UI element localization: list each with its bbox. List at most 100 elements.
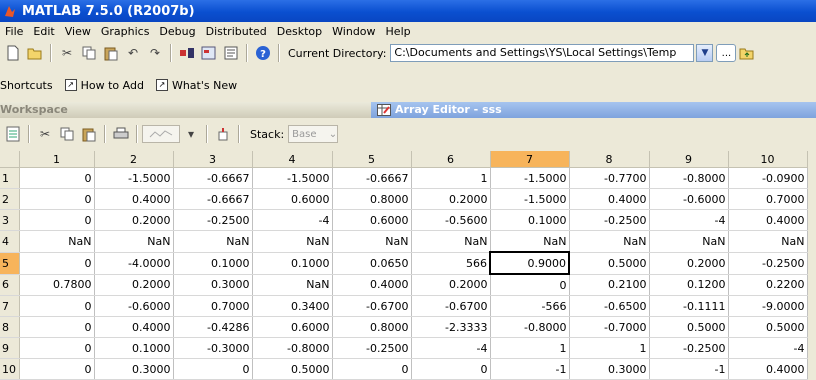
row-header[interactable]: 4 [0, 230, 20, 253]
grid-cell[interactable]: 0.1000 [173, 252, 253, 275]
menu-graphics[interactable]: Graphics [96, 25, 155, 38]
grid-cell[interactable]: -9.0000 [728, 295, 808, 317]
row-header[interactable]: 3 [0, 209, 20, 231]
row-header[interactable]: 7 [0, 295, 20, 317]
copy-icon[interactable] [58, 125, 76, 143]
grid-cell[interactable]: 0.1000 [252, 252, 333, 275]
grid-cell[interactable]: 0.4000 [94, 188, 174, 210]
grid-cell[interactable]: 0.6000 [252, 316, 333, 338]
grid-cell[interactable]: 0.1000 [490, 209, 570, 231]
grid-cell[interactable]: 0.5000 [569, 252, 650, 275]
grid-cell[interactable]: 0.8000 [332, 188, 412, 210]
row-header[interactable]: 6 [0, 274, 20, 296]
row-header[interactable]: 8 [0, 316, 20, 338]
grid-cell[interactable]: 0.3400 [252, 295, 333, 317]
grid-cell[interactable]: -0.6700 [411, 295, 491, 317]
grid-cell[interactable]: -0.5600 [411, 209, 491, 231]
grid-cell[interactable]: NaN [411, 230, 491, 253]
grid-cell[interactable]: NaN [173, 230, 253, 253]
grid-cell[interactable]: 0.5000 [728, 316, 808, 338]
grid-cell[interactable]: 0.3000 [94, 358, 174, 380]
menu-edit[interactable]: Edit [28, 25, 59, 38]
grid-cell[interactable]: 0 [173, 358, 253, 380]
grid-cell[interactable]: -1 [649, 358, 729, 380]
grid-cell[interactable]: 0 [411, 358, 491, 380]
grid-cell[interactable]: 0 [19, 167, 95, 189]
column-header[interactable]: 2 [94, 151, 174, 168]
redo-icon[interactable]: ↷ [146, 44, 164, 62]
grid-cell[interactable]: -1.5000 [252, 167, 333, 189]
grid-cell[interactable]: 0 [490, 274, 570, 296]
grid-cell[interactable]: -0.0900 [728, 167, 808, 189]
grid-cell[interactable]: -0.8000 [490, 316, 570, 338]
workspace-panel-title[interactable]: Workspace [0, 102, 371, 118]
row-header[interactable]: 2 [0, 188, 20, 210]
grid-cell[interactable]: 0.7000 [728, 188, 808, 210]
grid-cell[interactable]: 0 [19, 252, 95, 275]
shortcut-whats-new[interactable]: ↗ What's New [155, 79, 237, 92]
column-header[interactable]: 5 [332, 151, 412, 168]
grid-cell[interactable]: -4 [649, 209, 729, 231]
column-header[interactable]: 1 [19, 151, 95, 168]
grid-cell[interactable]: -0.6000 [94, 295, 174, 317]
guide-icon[interactable] [200, 44, 218, 62]
row-header[interactable]: 1 [0, 167, 20, 189]
grid-cell[interactable]: 0.3000 [173, 274, 253, 296]
profiler-icon[interactable] [222, 44, 240, 62]
shortcut-how-to-add[interactable]: ↗ How to Add [64, 79, 144, 92]
row-header[interactable]: 5 [0, 252, 20, 275]
new-variable-icon[interactable] [214, 125, 232, 143]
grid-cell[interactable]: -0.3000 [173, 337, 253, 359]
row-header[interactable]: 9 [0, 337, 20, 359]
grid-cell[interactable]: 0 [19, 295, 95, 317]
grid-cell[interactable]: 0.0650 [332, 252, 412, 275]
grid-cell[interactable]: -0.6000 [649, 188, 729, 210]
grid-cell[interactable]: 0 [19, 316, 95, 338]
row-header[interactable]: 10 [0, 358, 20, 380]
grid-cell[interactable]: -0.2500 [569, 209, 650, 231]
chevron-down-icon[interactable]: ▼ [696, 44, 714, 62]
menu-window[interactable]: Window [327, 25, 380, 38]
array-editor-panel-title[interactable]: Array Editor - sss [371, 102, 816, 118]
grid-cell[interactable]: NaN [728, 230, 808, 253]
grid-cell[interactable]: 0.2000 [94, 209, 174, 231]
column-header[interactable]: 8 [569, 151, 650, 168]
grid-cell[interactable]: NaN [569, 230, 650, 253]
grid-cell[interactable]: -0.1111 [649, 295, 729, 317]
menu-view[interactable]: View [60, 25, 96, 38]
grid-cell[interactable]: 0 [19, 188, 95, 210]
grid-cell[interactable]: -0.6667 [173, 188, 253, 210]
plot-selector[interactable] [142, 125, 180, 143]
open-folder-icon[interactable] [26, 44, 44, 62]
grid-cell[interactable]: -0.7000 [569, 316, 650, 338]
help-icon[interactable]: ? [254, 44, 272, 62]
grid-cell[interactable]: -1 [490, 358, 570, 380]
grid-cell[interactable]: -4.0000 [94, 252, 174, 275]
grid-cell[interactable]: 0.6000 [252, 188, 333, 210]
menu-distributed[interactable]: Distributed [201, 25, 272, 38]
grid-cell[interactable]: -0.8000 [252, 337, 333, 359]
grid-cell[interactable]: 0.2000 [649, 252, 729, 275]
grid-cell[interactable]: NaN [332, 230, 412, 253]
column-header[interactable]: 4 [252, 151, 333, 168]
grid-cell[interactable]: 0.4000 [728, 358, 808, 380]
cut-icon[interactable]: ✂ [58, 44, 76, 62]
grid-cell[interactable]: NaN [649, 230, 729, 253]
grid-cell[interactable]: -0.7700 [569, 167, 650, 189]
grid-cell[interactable]: -0.2500 [173, 209, 253, 231]
paste-icon[interactable] [102, 44, 120, 62]
grid-cell[interactable]: 0.2000 [411, 188, 491, 210]
grid-cell[interactable]: -0.2500 [728, 252, 808, 275]
grid-cell[interactable]: 0 [19, 358, 95, 380]
grid-cell[interactable]: -0.2500 [332, 337, 412, 359]
grid-cell[interactable]: 0.3000 [569, 358, 650, 380]
grid-cell[interactable]: -0.6667 [173, 167, 253, 189]
grid-cell[interactable]: -4 [728, 337, 808, 359]
menu-help[interactable]: Help [381, 25, 416, 38]
simulink-icon[interactable] [178, 44, 196, 62]
grid-cell[interactable]: -0.6500 [569, 295, 650, 317]
grid-cell[interactable]: -1.5000 [94, 167, 174, 189]
grid-cell[interactable]: -0.2500 [649, 337, 729, 359]
current-directory-field[interactable]: C:\Documents and Settings\YS\Local Setti… [390, 44, 695, 62]
grid-cell[interactable]: 0.8000 [332, 316, 412, 338]
